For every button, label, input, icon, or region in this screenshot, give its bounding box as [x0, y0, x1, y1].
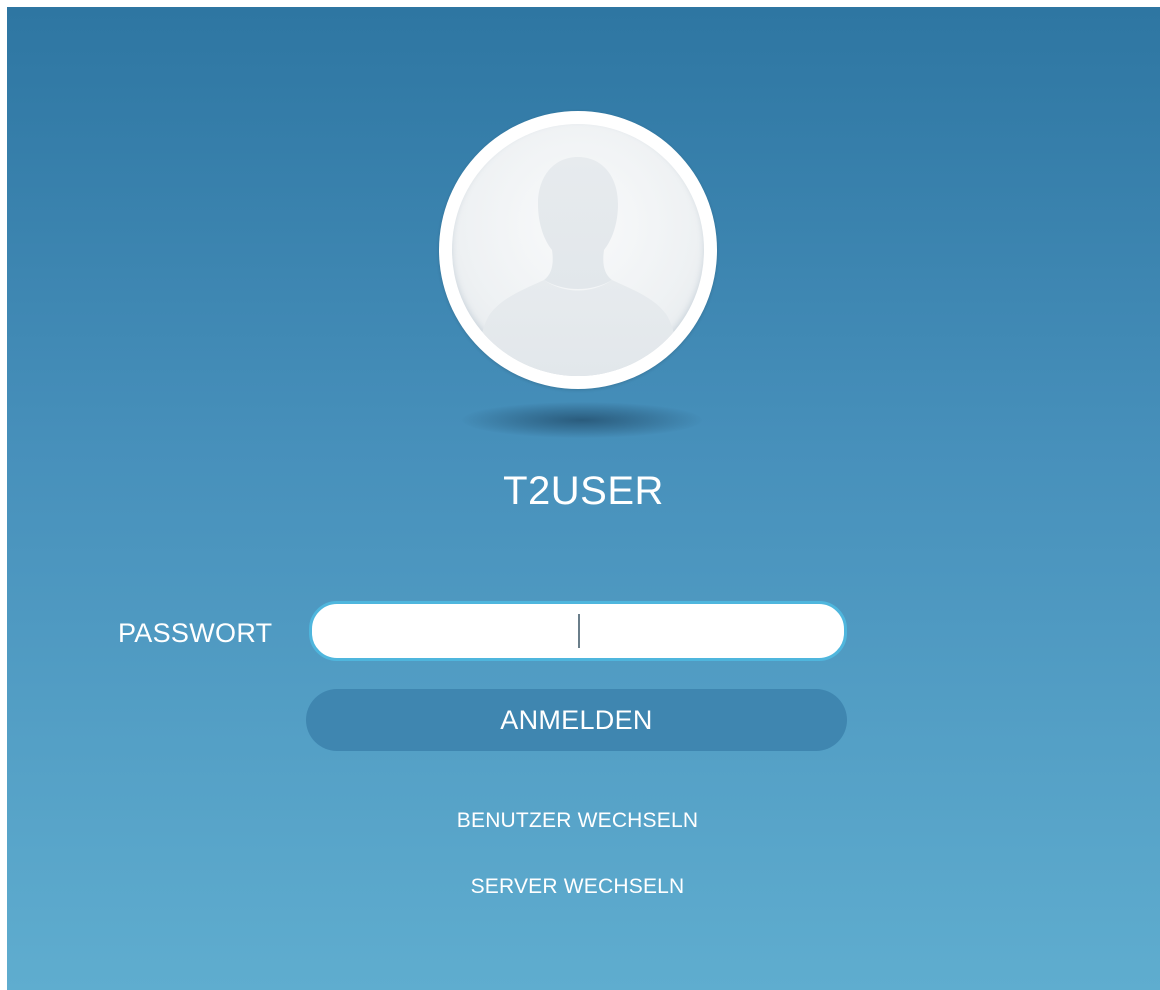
- password-label: PASSWORT: [118, 618, 273, 648]
- text-caret: [578, 614, 580, 648]
- avatar-shadow: [462, 402, 702, 438]
- avatar: [439, 111, 717, 389]
- password-field[interactable]: [309, 601, 847, 661]
- username: T2USER: [503, 469, 664, 513]
- switch-server-link[interactable]: SERVER WECHSELN: [7, 875, 1148, 899]
- switch-user-link[interactable]: BENUTZER WECHSELN: [7, 809, 1148, 833]
- user-silhouette-icon: [452, 124, 704, 376]
- login-screen: T2USER PASSWORT ANMELDEN BENUTZER WECHSE…: [7, 7, 1160, 990]
- login-button[interactable]: ANMELDEN: [306, 689, 847, 751]
